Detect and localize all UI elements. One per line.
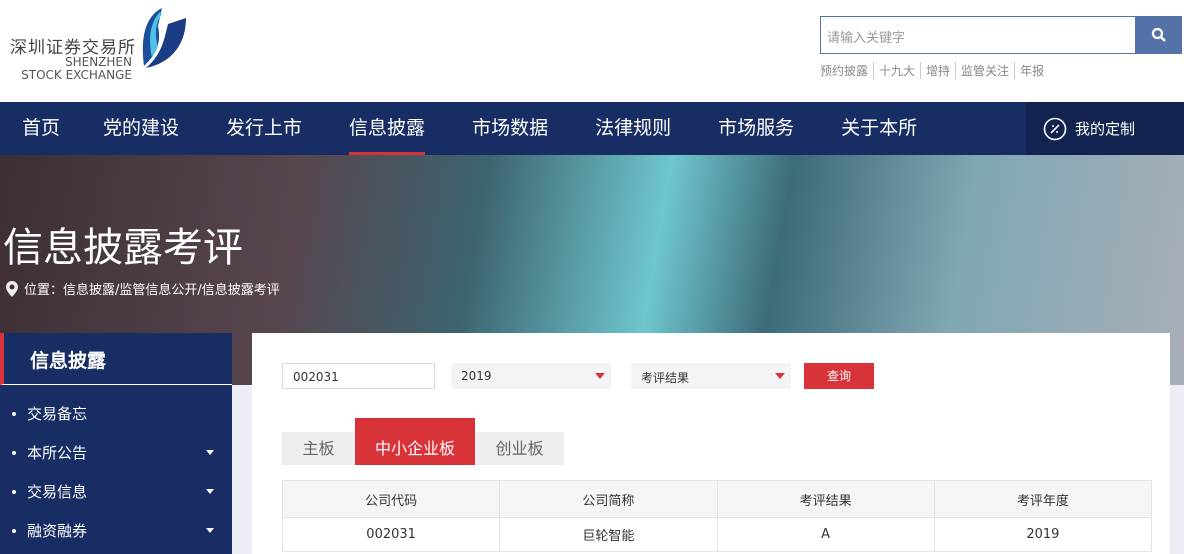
breadcrumb: 位置：信息披露/监管信息公开/信息披露考评 [6,279,280,298]
page-title: 信息披露考评 [3,225,243,271]
bullet-icon [12,489,16,494]
szse-logo-icon [142,8,186,68]
content-panel: 002031 2019 考评结果 查询 主板 中小企业板 创业板 公司代码 公司… [252,333,1170,554]
sidebar-item-trading-memo[interactable]: 交易备忘 [0,394,232,433]
nav-home[interactable]: 首页 [22,102,60,155]
nav-party[interactable]: 党的建设 [103,102,179,155]
dropdown-arrow-icon [775,373,785,384]
logo-name-en: SHENZHEN STOCK EXCHANGE [10,56,132,82]
cell-code: 002031 [281,517,501,552]
hot-link[interactable]: 十九大 [873,62,920,79]
cell-name: 巨轮智能 [499,517,718,552]
nav-disclosure[interactable]: 信息披露 [349,102,426,155]
sidebar-item-label: 交易备忘 [27,405,88,423]
my-custom-button[interactable]: 我的定制 [1026,102,1184,155]
sidebar-item-label: 融资融券 [27,522,88,540]
logo-en-2: STOCK EXCHANGE [21,68,132,82]
search-button[interactable] [1136,16,1182,54]
table-header-row: 公司代码 公司简称 考评结果 考评年度 [281,480,1153,518]
bullet-icon [12,450,16,455]
search-icon [1151,27,1166,42]
result-select[interactable]: 考评结果 [631,363,791,389]
cell-year: 2019 [933,517,1153,552]
search-input[interactable]: 请输入关键字 [820,16,1136,54]
tab-chinext[interactable]: 创业板 [475,432,564,465]
result-value: 考评结果 [641,371,690,385]
bullet-icon [12,528,16,533]
sidebar-title: 信息披露 [0,333,232,385]
customize-icon [1043,117,1067,140]
sidebar: 信息披露 交易备忘 本所公告 交易信息 融资融券 [0,333,232,554]
hot-link[interactable]: 年报 [1014,62,1049,79]
caret-down-icon [206,528,214,537]
sidebar-item-trading-info[interactable]: 交易信息 [0,472,232,511]
dropdown-arrow-icon [595,373,605,384]
column-header: 公司代码 [281,480,501,518]
location-pin-icon [6,280,18,297]
nav-about[interactable]: 关于本所 [841,102,917,155]
header: 深圳证券交易所 SHENZHEN STOCK EXCHANGE 请输入关键字 预约… [0,0,1184,102]
hot-link[interactable]: 预约披露 [820,62,873,79]
nav-rules[interactable]: 法律规则 [595,102,671,155]
sidebar-item-label: 本所公告 [27,444,88,462]
table-row: 002031 巨轮智能 A 2019 [281,517,1153,552]
main-nav: 首页 党的建设 发行上市 信息披露 市场数据 法律规则 市场服务 关于本所 我的… [0,102,1184,155]
hot-links: 预约披露 十九大 增持 监管关注 年报 [820,62,1049,79]
hot-link[interactable]: 增持 [920,62,955,79]
caret-down-icon [206,450,214,459]
bullet-icon [12,411,16,416]
nav-listing[interactable]: 发行上市 [226,102,302,155]
tab-sme-board[interactable]: 中小企业板 [355,418,475,465]
nav-market-data[interactable]: 市场数据 [472,102,548,155]
tab-main-board[interactable]: 主板 [282,432,355,465]
column-header: 公司简称 [499,480,718,518]
my-custom-label: 我的定制 [1075,120,1136,138]
sidebar-item-margin[interactable]: 融资融券 [0,511,232,550]
hot-link[interactable]: 监管关注 [955,62,1014,79]
query-button[interactable]: 查询 [804,363,874,389]
caret-down-icon [206,489,214,498]
year-select[interactable]: 2019 [451,363,611,389]
column-header: 考评结果 [716,480,935,518]
company-code-input[interactable]: 002031 [282,363,435,389]
nav-services[interactable]: 市场服务 [718,102,794,155]
sidebar-item-announcements[interactable]: 本所公告 [0,433,232,472]
column-header: 考评年度 [933,480,1153,518]
results-table: 公司代码 公司简称 考评结果 考评年度 002031 巨轮智能 A 2019 [281,480,1153,552]
breadcrumb-text: 位置：信息披露/监管信息公开/信息披露考评 [24,283,280,298]
cell-result: A [716,517,935,552]
sidebar-item-label: 交易信息 [27,483,88,501]
year-value: 2019 [461,369,492,383]
